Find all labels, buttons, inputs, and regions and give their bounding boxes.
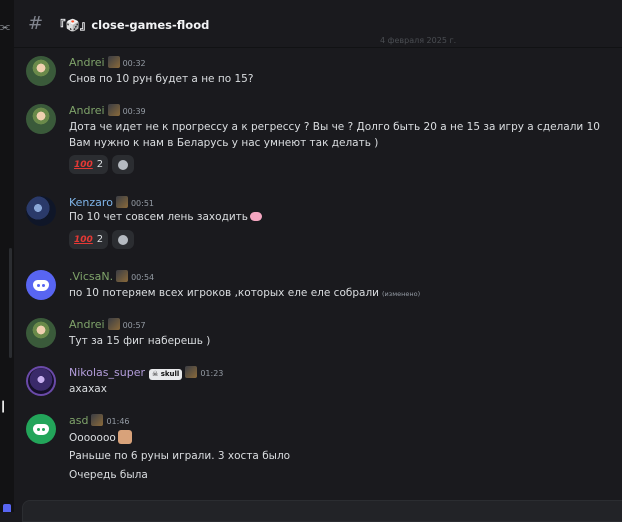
kenzaro-avatar[interactable] <box>26 196 56 226</box>
reaction-count: 2 <box>96 234 104 245</box>
timestamp: 01:23 <box>200 369 224 378</box>
edited-label: (изменено) <box>381 290 421 298</box>
timestamp: 00:39 <box>122 107 146 116</box>
discord-logo-icon <box>33 279 49 291</box>
message-text-content: Ооооооо <box>69 432 116 444</box>
role-icon <box>116 270 129 282</box>
message-text: Снов по 10 рун будет а не по 15? <box>69 73 254 85</box>
username[interactable]: Nikolas_super <box>69 366 145 379</box>
timestamp: 01:46 <box>106 417 130 426</box>
username[interactable]: Andrei <box>69 318 105 331</box>
rail-unread-pill: ┃ <box>0 402 7 413</box>
reaction-100[interactable]: 100 2 <box>69 155 109 174</box>
role-icon <box>107 56 120 68</box>
channel-name: 『🎲』close-games-flood <box>54 18 210 32</box>
date-divider: 4 февраля 2025 г. <box>380 36 457 45</box>
rail-glyph: ⫘ <box>0 20 10 33</box>
message-text: Очередь была <box>69 469 148 481</box>
timestamp: 00:57 <box>122 321 146 330</box>
add-reaction-button[interactable] <box>112 230 135 249</box>
timestamp: 00:32 <box>122 59 146 68</box>
smile-icon <box>118 234 129 245</box>
channel-header: # 『🎲』close-games-flood <box>14 0 622 48</box>
role-icon <box>91 414 104 426</box>
message-text: Ооооооо <box>69 430 132 444</box>
message-text: ахахах <box>69 383 107 395</box>
message-input[interactable] <box>22 500 622 522</box>
username[interactable]: Andrei <box>69 104 105 117</box>
nikolas-avatar[interactable] <box>26 366 56 396</box>
timestamp: 00:54 <box>131 273 155 282</box>
role-icon <box>107 104 120 116</box>
andrei-avatar[interactable] <box>26 318 56 348</box>
add-reaction-button[interactable] <box>112 155 135 174</box>
reaction-count: 2 <box>96 159 104 170</box>
username[interactable]: Andrei <box>69 56 105 69</box>
username[interactable]: Kenzaro <box>69 196 113 209</box>
hash-icon: # <box>28 13 44 34</box>
message-text: Вам нужно к нам в Беларусь у нас умнеют … <box>69 137 379 149</box>
rail-active-server[interactable] <box>3 504 11 512</box>
message-text: Дота че идет не к прогрессу а к регрессу… <box>69 121 600 133</box>
skull-tag-label: skull <box>160 370 180 378</box>
username[interactable]: asd <box>69 414 88 427</box>
message-text: Раньше по 6 руны играли. 3 хоста было <box>69 450 291 462</box>
hundred-points-icon: 100 <box>74 159 93 170</box>
andrei-avatar[interactable] <box>26 104 56 134</box>
pig-nose-icon <box>249 212 262 221</box>
smile-icon <box>118 159 129 170</box>
server-rail: ⫘ ┃ <box>0 0 14 512</box>
discord-logo-icon <box>33 423 49 435</box>
skull-tag[interactable]: ☠ skull <box>149 369 183 380</box>
message-text: По 10 чет совсем лень заходить <box>69 211 262 223</box>
rail-scrollbar[interactable] <box>9 248 12 358</box>
reaction-100[interactable]: 100 2 <box>69 230 109 249</box>
discord-avatar[interactable] <box>26 270 56 300</box>
discord-avatar[interactable] <box>26 414 56 444</box>
role-icon <box>185 366 198 378</box>
hundred-points-icon: 100 <box>74 234 93 245</box>
face-emoji-icon <box>117 430 132 444</box>
message-list: Andrei 00:32 Снов по 10 рун будет а не по… <box>14 48 622 500</box>
role-icon <box>107 318 120 330</box>
andrei-avatar[interactable] <box>26 56 56 86</box>
message-text-content: по 10 потеряем всех игроков ,которых еле… <box>69 287 379 299</box>
message-text: по 10 потеряем всех игроков ,которых еле… <box>69 287 420 299</box>
message-text: Тут за 15 фиг наберешь ) <box>69 335 211 347</box>
role-icon <box>115 196 128 208</box>
timestamp: 00:51 <box>130 199 154 208</box>
username[interactable]: .VicsaN. <box>69 270 113 283</box>
message-text-content: По 10 чет совсем лень заходить <box>69 211 248 223</box>
